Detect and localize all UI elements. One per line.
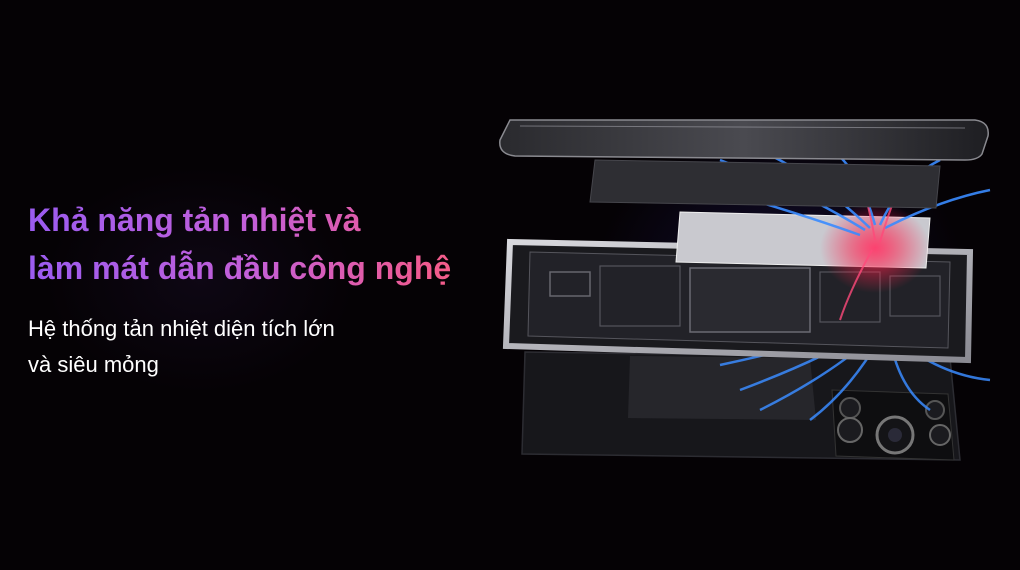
description-line-1: Hệ thống tản nhiệt diện tích lớn (28, 316, 335, 341)
description-line-2: và siêu mỏng (28, 352, 159, 377)
headline-line-2: làm mát dẫn đầu công nghệ (28, 250, 452, 286)
camera-module (831, 389, 955, 461)
graphite-sheet-layer (589, 159, 941, 209)
phone-exploded-illustration (499, 119, 991, 461)
headline-line-1: Khả năng tản nhiệt và (28, 202, 361, 238)
feature-description: Hệ thống tản nhiệt diện tích lớn và siêu… (28, 311, 448, 383)
feature-headline: Khả năng tản nhiệt và làm mát dẫn đầu cô… (28, 196, 528, 292)
display-glass-layer (499, 119, 989, 161)
